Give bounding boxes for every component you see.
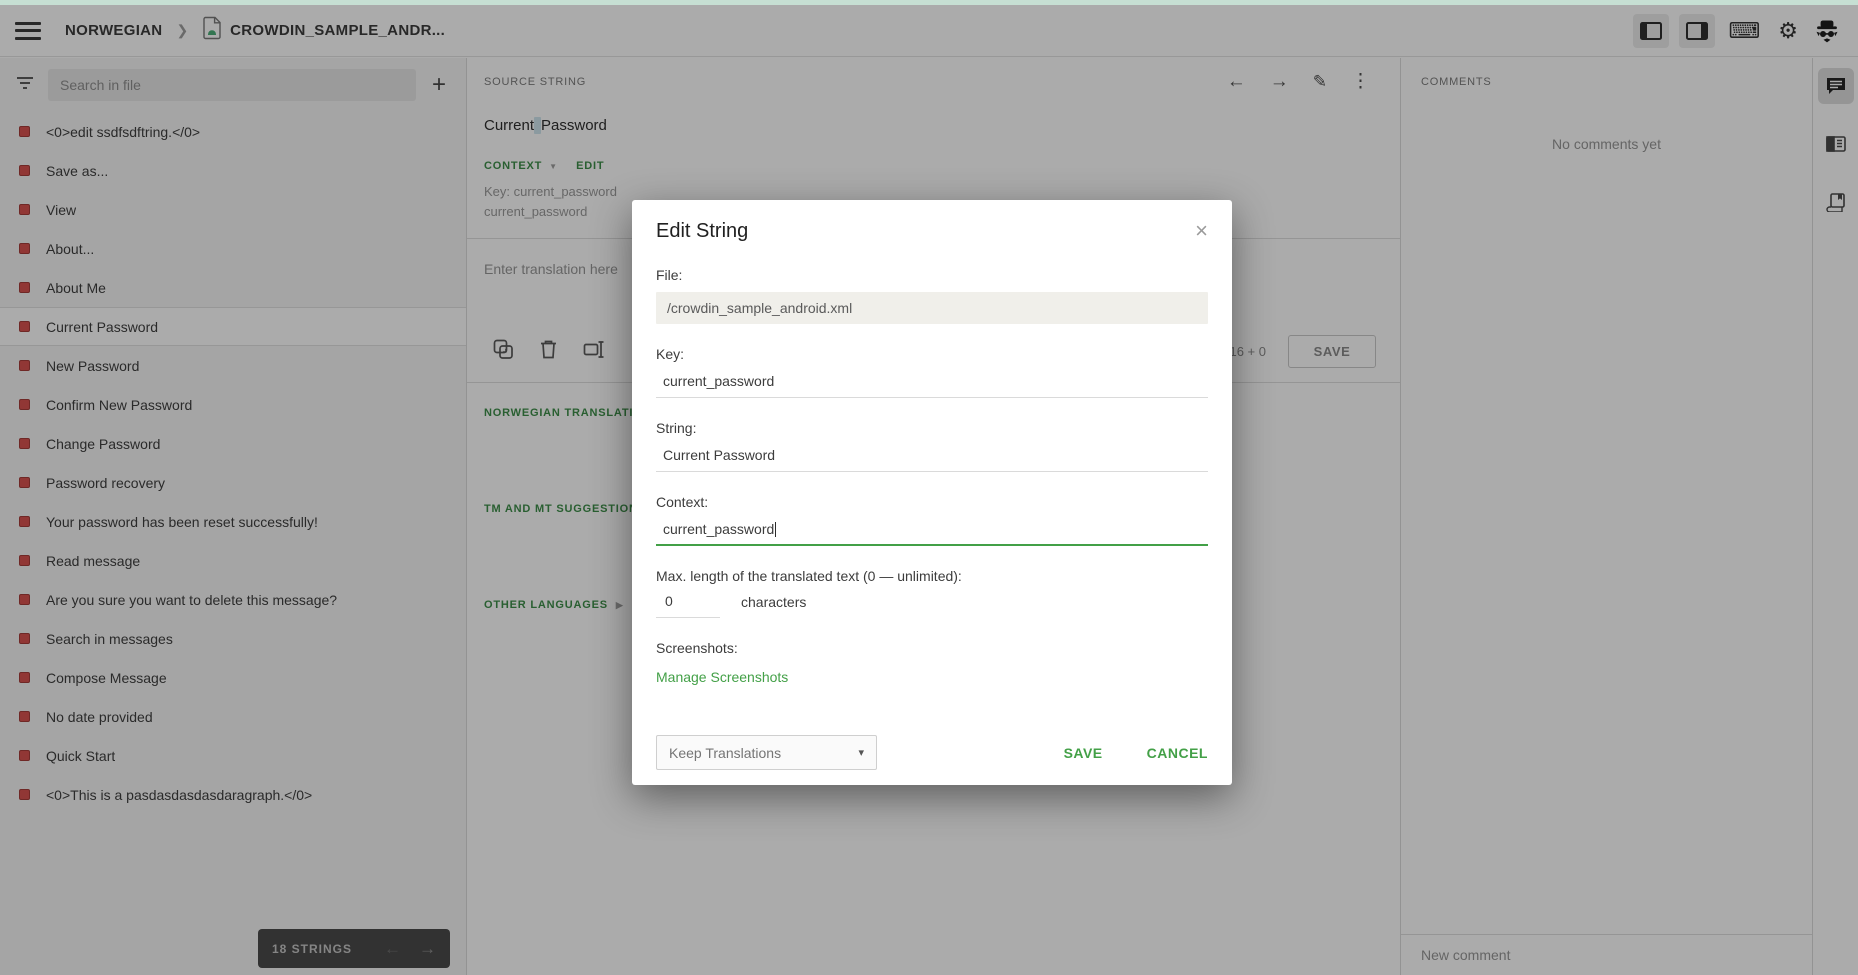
modal-title: Edit String [656, 220, 748, 243]
screenshots-label: Screenshots: [656, 640, 1208, 656]
context-label: Context: [656, 494, 1208, 510]
max-length-label: Max. length of the translated text (0 — … [656, 568, 1208, 584]
max-length-input[interactable] [656, 586, 720, 618]
select-value: Keep Translations [669, 745, 781, 761]
string-input[interactable] [656, 440, 1208, 472]
translation-progress-bar [0, 0, 1858, 5]
manage-screenshots-link[interactable]: Manage Screenshots [656, 669, 788, 685]
file-label: File: [656, 267, 1208, 283]
context-input[interactable]: current_password [656, 514, 1208, 546]
max-length-unit: characters [741, 594, 806, 610]
chevron-down-icon: ▾ [858, 746, 864, 759]
crowdin-editor-app: NORWEGIAN ❯ CROWDIN_SAMPLE_ANDR... ⌨ ⚙ [0, 0, 1858, 975]
string-label: String: [656, 420, 1208, 436]
key-input[interactable] [656, 366, 1208, 398]
key-label: Key: [656, 346, 1208, 362]
modal-cancel-button[interactable]: CANCEL [1147, 745, 1208, 761]
edit-string-modal: Edit String × File: /crowdin_sample_andr… [632, 200, 1232, 785]
text-caret [775, 522, 776, 537]
close-icon[interactable]: × [1195, 220, 1208, 242]
file-value-field: /crowdin_sample_android.xml [656, 292, 1208, 324]
keep-translations-select[interactable]: Keep Translations ▾ [656, 735, 877, 770]
modal-save-button[interactable]: SAVE [1064, 745, 1103, 761]
